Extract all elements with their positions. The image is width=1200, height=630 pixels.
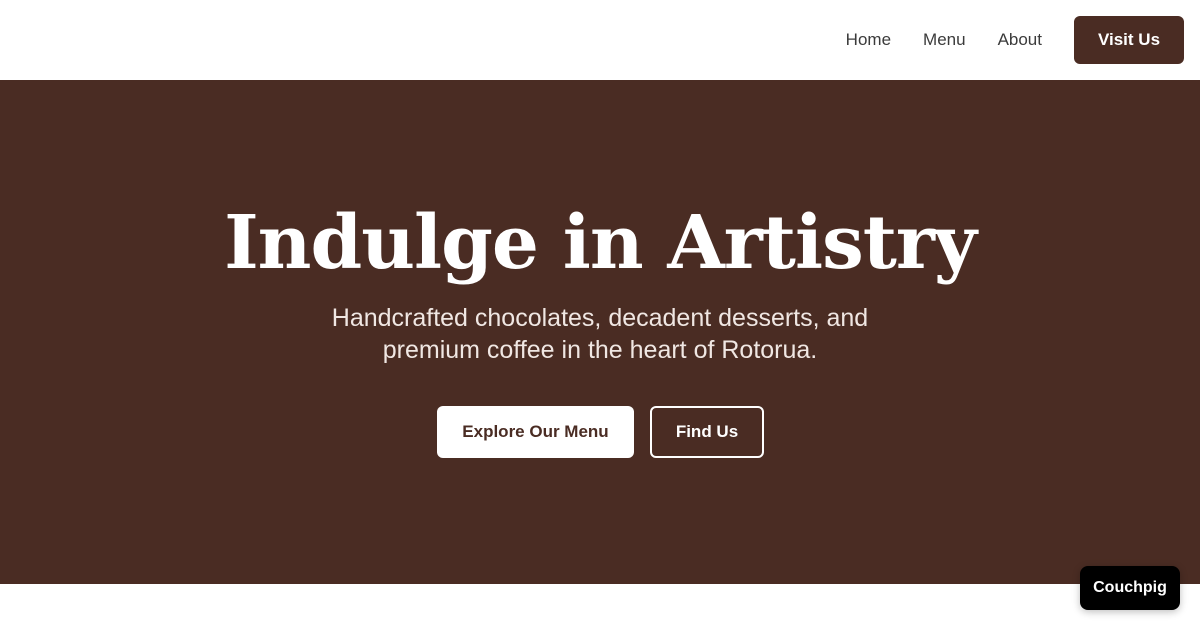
nav-links: Home Menu About [846,0,1042,80]
hero-section: Indulge in Artistry Handcrafted chocolat… [0,80,1200,584]
visit-us-button[interactable]: Visit Us [1074,16,1184,64]
nav-link-menu[interactable]: Menu [923,30,966,50]
nav-link-home[interactable]: Home [846,30,891,50]
explore-menu-button[interactable]: Explore Our Menu [437,406,634,458]
find-us-button[interactable]: Find Us [650,406,764,458]
top-navbar: Home Menu About Visit Us [0,0,1200,80]
hero-title: Indulge in Artistry [224,200,977,286]
hero-subtitle: Handcrafted chocolates, decadent dessert… [331,304,869,364]
nav-link-about[interactable]: About [998,30,1042,50]
couchpig-badge[interactable]: Couchpig [1080,566,1180,610]
